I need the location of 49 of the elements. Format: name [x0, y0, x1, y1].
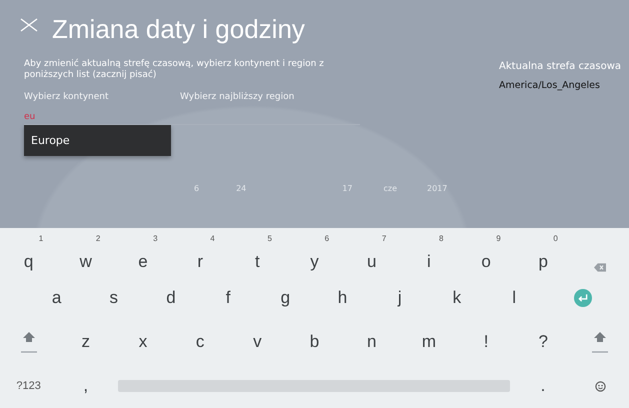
key[interactable]: k: [428, 283, 486, 313]
key[interactable]: ,: [57, 371, 114, 401]
key[interactable]: 7 u: [343, 234, 400, 274]
suggestion-item[interactable]: Europe: [24, 125, 171, 156]
key[interactable]: g: [256, 283, 314, 313]
close-icon[interactable]: [20, 18, 38, 32]
key[interactable]: f: [200, 283, 257, 313]
page-title: Zmiana daty i godziny: [52, 14, 305, 45]
key[interactable]: v: [228, 327, 286, 357]
date-picker-text: 2017: [427, 184, 448, 193]
key[interactable]: c: [172, 327, 229, 357]
key[interactable]: b: [286, 327, 344, 357]
key[interactable]: 6 y: [286, 234, 344, 274]
key[interactable]: !: [458, 327, 515, 357]
key[interactable]: 8 i: [400, 234, 458, 274]
key[interactable]: 2 w: [57, 234, 114, 274]
key[interactable]: l: [486, 283, 543, 313]
key[interactable]: 9 o: [458, 234, 515, 274]
emoji-icon[interactable]: [594, 380, 606, 392]
key[interactable]: d: [142, 283, 200, 313]
date-picker-text: cze: [383, 184, 397, 193]
key[interactable]: ?: [514, 327, 572, 357]
date-picker-text: 17: [342, 184, 352, 193]
current-timezone-value: America/Los_Angeles: [499, 80, 601, 91]
key[interactable]: .: [514, 371, 572, 401]
shift-icon[interactable]: [20, 330, 38, 354]
key[interactable]: n: [343, 327, 400, 357]
key[interactable]: x: [114, 327, 172, 357]
symbols-key[interactable]: ?123: [0, 371, 58, 401]
enter-icon[interactable]: [574, 289, 592, 307]
key[interactable]: h: [314, 283, 372, 313]
key[interactable]: 0 p: [514, 234, 572, 274]
key[interactable]: 4 r: [172, 234, 229, 274]
key[interactable]: z: [57, 327, 114, 357]
key[interactable]: a: [28, 283, 86, 313]
date-picker-text: 24: [236, 184, 246, 193]
region-label: Wybierz najbliższy region: [180, 92, 294, 102]
date-picker-text: 6: [194, 184, 200, 193]
key[interactable]: 3 e: [114, 234, 172, 274]
key[interactable]: 5 t: [228, 234, 286, 274]
key[interactable]: s: [85, 283, 142, 313]
current-timezone-label: Aktualna strefa czasowa: [499, 61, 621, 72]
shift-icon[interactable]: [591, 330, 610, 354]
key[interactable]: j: [371, 283, 428, 313]
key[interactable]: 1 q: [0, 234, 58, 274]
backspace-icon[interactable]: [594, 263, 606, 272]
instructions-text: Aby zmienić aktualną strefę czasową, wybierz kontynent i region z poniższych list (zacznij pisać): [24, 59, 325, 81]
continent-label: Wybierz kontynent: [24, 92, 110, 102]
key[interactable]: m: [400, 327, 458, 357]
